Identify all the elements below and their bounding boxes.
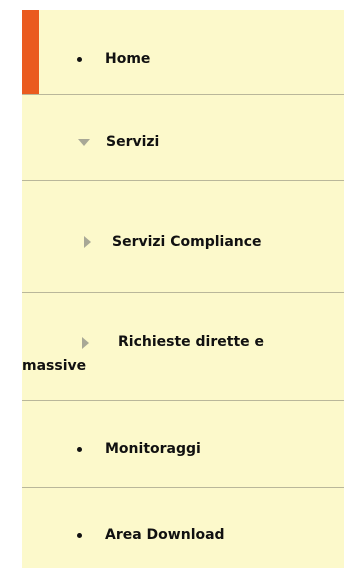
- menu-item-monitoraggi-row: Monitoraggi: [77, 441, 201, 457]
- menu-item-richieste[interactable]: Richieste dirette e massive: [22, 293, 344, 401]
- menu-item-monitoraggi[interactable]: Monitoraggi: [22, 401, 344, 488]
- menu-item-home[interactable]: Home: [22, 10, 344, 95]
- menu-item-label: Servizi Compliance: [112, 234, 262, 250]
- bullet-icon: [77, 446, 82, 452]
- bullet-icon: [77, 532, 82, 538]
- menu-item-servizi-compliance[interactable]: Servizi Compliance: [22, 181, 344, 293]
- menu-item-area-download[interactable]: Area Download: [22, 488, 344, 568]
- menu-item-area-download-row: Area Download: [77, 527, 225, 543]
- bullet-icon: [77, 56, 82, 62]
- menu-item-label: Monitoraggi: [105, 441, 201, 457]
- menu-item-label: Home: [105, 51, 151, 67]
- menu-item-label: Servizi: [106, 134, 160, 150]
- menu-item-label: Richieste dirette e massive: [22, 334, 265, 374]
- menu-item-home-row: Home: [77, 51, 150, 67]
- menu-item-servizi-compliance-row: Servizi Compliance: [84, 234, 262, 250]
- triangle-down-icon: [78, 138, 90, 146]
- menu-item-servizi-row: Servizi: [78, 134, 159, 150]
- menu-item-label: Area Download: [105, 527, 225, 543]
- side-menu: Home Servizi Servizi Compliance Richiest…: [22, 10, 344, 568]
- triangle-right-icon: [84, 236, 91, 248]
- menu-item-servizi[interactable]: Servizi: [22, 95, 344, 181]
